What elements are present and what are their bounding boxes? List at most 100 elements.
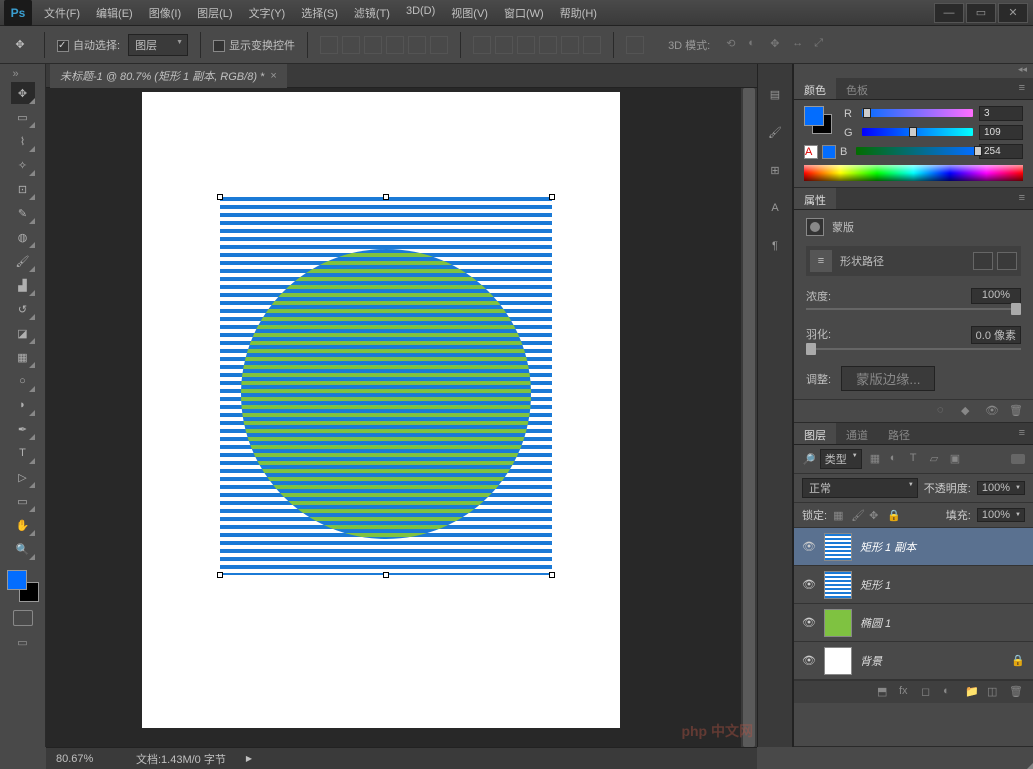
filter-smart-icon[interactable]: ▣ [950, 452, 964, 466]
distribute-icon[interactable] [517, 36, 535, 54]
layer-thumb[interactable] [824, 571, 852, 599]
density-slider[interactable] [806, 308, 1021, 310]
layer-thumb[interactable] [824, 609, 852, 637]
align-bottom-icon[interactable] [364, 36, 382, 54]
3d-pan-icon[interactable]: ✥ [770, 37, 786, 53]
blur-tool[interactable]: ○ [11, 370, 35, 392]
link-layers-icon[interactable]: ⬒ [877, 685, 891, 699]
align-top-icon[interactable] [320, 36, 338, 54]
transform-handle[interactable] [383, 572, 389, 578]
toolbar-toggle-icon[interactable]: » [13, 68, 33, 78]
feather-slider[interactable] [806, 348, 1021, 350]
fill-input[interactable]: 100% [977, 508, 1025, 522]
r-value-input[interactable]: 3 [979, 106, 1023, 121]
menu-layer[interactable]: 图层(L) [189, 0, 240, 26]
swatches-tab[interactable]: 色板 [836, 78, 878, 99]
visibility-icon[interactable]: 👁 [802, 654, 816, 668]
menu-view[interactable]: 视图(V) [443, 0, 496, 26]
layer-thumb[interactable] [824, 647, 852, 675]
type-tool[interactable]: T [11, 442, 35, 464]
filter-type-dropdown[interactable]: 类型 [820, 449, 862, 469]
marquee-tool[interactable]: ▭ [11, 106, 35, 128]
add-mask-icon[interactable]: ◻ [921, 685, 935, 699]
delete-mask-icon[interactable]: 🗑 [1009, 404, 1023, 418]
panel-menu-icon[interactable]: ≡ [1011, 423, 1033, 444]
align-hcenter-icon[interactable] [408, 36, 426, 54]
align-vcenter-icon[interactable] [342, 36, 360, 54]
auto-select-checkbox[interactable]: 自动选择: [57, 37, 120, 53]
eyedropper-tool[interactable]: ✎ [11, 202, 35, 224]
distribute-icon[interactable] [473, 36, 491, 54]
layer-row[interactable]: 👁 矩形 1 [794, 566, 1033, 604]
menu-edit[interactable]: 编辑(E) [88, 0, 141, 26]
3d-roll-icon[interactable]: ◐ [748, 37, 764, 53]
layer-thumb[interactable] [824, 533, 852, 561]
paths-tab[interactable]: 路径 [878, 423, 920, 444]
doc-info[interactable]: 文档:1.43M/0 字节 [136, 751, 226, 767]
layer-name[interactable]: 矩形 1 副本 [860, 539, 916, 555]
color-spectrum[interactable] [804, 165, 1023, 181]
character-panel-icon[interactable]: A [765, 198, 785, 218]
brush-tool[interactable]: 🖌 [11, 250, 35, 272]
vertical-scrollbar[interactable] [741, 88, 757, 747]
brush-presets-icon[interactable]: ⊞ [765, 160, 785, 180]
quick-mask-toggle[interactable] [13, 610, 33, 626]
layer-name[interactable]: 椭圆 1 [860, 615, 891, 631]
toggle-mask-icon[interactable]: 👁 [985, 404, 999, 418]
menu-type[interactable]: 文字(Y) [241, 0, 294, 26]
new-layer-icon[interactable]: ◫ [987, 685, 1001, 699]
density-value[interactable]: 100% [971, 288, 1021, 304]
brush-panel-icon[interactable]: 🖌 [765, 122, 785, 142]
stamp-tool[interactable]: ▟ [11, 274, 35, 296]
minimize-button[interactable]: — [934, 3, 964, 23]
filter-adjust-icon[interactable]: ◐ [890, 452, 904, 466]
layer-row[interactable]: 👁 椭圆 1 [794, 604, 1033, 642]
filter-toggle[interactable] [1011, 454, 1025, 464]
layer-row[interactable]: 👁 矩形 1 副本 [794, 528, 1033, 566]
menu-select[interactable]: 选择(S) [293, 0, 346, 26]
document-tab[interactable]: 未标题-1 @ 80.7% (矩形 1 副本, RGB/8) * × [50, 64, 287, 88]
distribute-icon[interactable] [561, 36, 579, 54]
mask-edge-button[interactable]: 蒙版边缘... [841, 366, 935, 391]
screen-mode-toggle[interactable]: ▭ [13, 634, 33, 650]
shape-tool[interactable]: ▭ [11, 490, 35, 512]
eraser-tool[interactable]: ◪ [11, 322, 35, 344]
menu-file[interactable]: 文件(F) [36, 0, 88, 26]
foreground-color[interactable] [7, 570, 27, 590]
layer-name[interactable]: 矩形 1 [860, 577, 891, 593]
r-slider[interactable] [862, 109, 973, 119]
transform-handle[interactable] [217, 572, 223, 578]
history-panel-icon[interactable]: ▤ [765, 84, 785, 104]
menu-help[interactable]: 帮助(H) [552, 0, 605, 26]
color-preview[interactable] [804, 106, 834, 136]
feather-value[interactable]: 0.0 像素 [971, 326, 1021, 344]
menu-window[interactable]: 窗口(W) [496, 0, 552, 26]
collapse-panels-icon[interactable]: ◂◂ [794, 64, 1033, 78]
3d-rotate-icon[interactable]: ⟲ [726, 37, 742, 53]
magic-wand-tool[interactable]: ✧ [11, 154, 35, 176]
delete-layer-icon[interactable]: 🗑 [1009, 685, 1023, 699]
panel-menu-icon[interactable]: ≡ [1011, 78, 1033, 99]
distribute-icon[interactable] [539, 36, 557, 54]
visibility-icon[interactable]: 👁 [802, 578, 816, 592]
pixel-mask-button[interactable] [973, 252, 993, 270]
close-tab-icon[interactable]: × [270, 70, 276, 82]
crop-tool[interactable]: ⊡ [11, 178, 35, 200]
select-mask-icon[interactable]: ◌ [937, 404, 951, 418]
gradient-tool[interactable]: ▦ [11, 346, 35, 368]
paragraph-panel-icon[interactable]: ¶ [765, 236, 785, 256]
g-slider[interactable] [862, 128, 973, 138]
dodge-tool[interactable]: ◗ [11, 394, 35, 416]
channels-tab[interactable]: 通道 [836, 423, 878, 444]
transform-handle[interactable] [383, 194, 389, 200]
menu-filter[interactable]: 滤镜(T) [346, 0, 398, 26]
filter-shape-icon[interactable]: ▱ [930, 452, 944, 466]
new-group-icon[interactable]: 📁 [965, 685, 979, 699]
move-tool[interactable]: ✥ [11, 82, 35, 104]
preview-fg-color[interactable] [804, 106, 824, 126]
color-tab[interactable]: 颜色 [794, 78, 836, 99]
layers-tab[interactable]: 图层 [794, 423, 836, 444]
zoom-value[interactable]: 80.67% [56, 753, 116, 765]
show-transform-checkbox[interactable]: 显示变换控件 [213, 37, 295, 53]
visibility-icon[interactable]: 👁 [802, 616, 816, 630]
